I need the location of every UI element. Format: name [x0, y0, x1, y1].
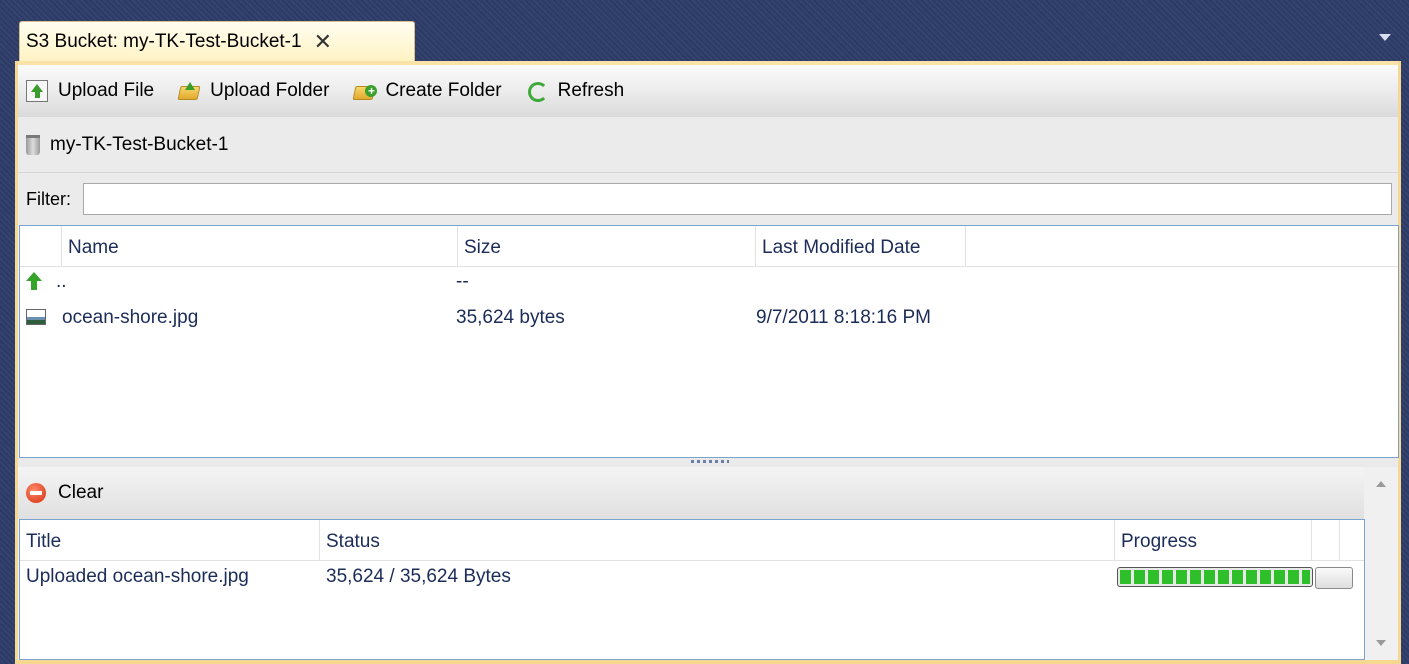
upload-file-label: Upload File	[58, 80, 155, 101]
transfer-title: Uploaded ocean-shore.jpg	[26, 566, 249, 587]
upload-file-button[interactable]: Upload File	[26, 80, 154, 102]
create-folder-button[interactable]: Create Folder	[353, 80, 502, 102]
scroll-down-icon[interactable]	[1376, 640, 1386, 646]
file-size: --	[456, 271, 469, 292]
splitter-grip-icon	[691, 460, 729, 463]
title-column-header[interactable]: Title	[20, 520, 320, 560]
clear-button[interactable]: Clear	[26, 482, 103, 504]
clear-label: Clear	[58, 482, 104, 503]
transfer-status: 35,624 / 35,624 Bytes	[326, 566, 511, 587]
transfer-list-header: Title Status Progress	[20, 520, 1364, 561]
upload-folder-button[interactable]: Upload Folder	[178, 80, 329, 102]
pane-splitter[interactable]	[18, 458, 1398, 467]
name-column-header[interactable]: Name	[62, 226, 458, 266]
upload-folder-icon	[178, 80, 200, 102]
create-folder-icon	[353, 80, 378, 102]
window-list-dropdown-icon[interactable]	[1379, 34, 1391, 41]
modified-column-header[interactable]: Last Modified Date	[756, 226, 966, 266]
file-list: Name Size Last Modified Date .. -- ocean…	[19, 225, 1399, 458]
transfer-progress-bar	[1117, 567, 1313, 587]
progress-column-header[interactable]: Progress	[1115, 520, 1312, 560]
bucket-icon	[26, 134, 40, 155]
tab-title: S3 Bucket: my-TK-Test-Bucket-1	[26, 30, 302, 52]
refresh-button[interactable]: Refresh	[526, 80, 625, 102]
filter-input[interactable]	[83, 183, 1392, 215]
filter-label: Filter:	[26, 188, 71, 209]
file-name: ocean-shore.jpg	[62, 307, 199, 328]
size-column-header[interactable]: Size	[458, 226, 756, 266]
file-list-header: Name Size Last Modified Date	[20, 226, 1398, 267]
create-folder-label: Create Folder	[385, 80, 502, 101]
refresh-icon	[526, 80, 548, 102]
tab-close-icon[interactable]: ✕	[314, 29, 332, 55]
upload-folder-label: Upload Folder	[210, 80, 330, 101]
image-file-icon	[26, 309, 46, 325]
upload-file-icon	[26, 80, 48, 102]
clear-icon	[26, 483, 46, 503]
file-modified: 9/7/2011 8:18:16 PM	[756, 307, 931, 328]
transfer-pane: Clear Title Status Progress Uploaded oce…	[18, 467, 1365, 660]
refresh-label: Refresh	[557, 80, 625, 101]
progress-fill	[1120, 570, 1310, 584]
filter-bar: Filter:	[18, 173, 1398, 225]
document-tab[interactable]: S3 Bucket: my-TK-Test-Bucket-1 ✕	[19, 21, 415, 61]
transfer-toolbar: Clear	[18, 467, 1364, 519]
parent-folder-icon	[26, 272, 42, 290]
toolbar: Upload File Upload Folder Create Folder …	[18, 61, 1398, 117]
status-column-header[interactable]: Status	[320, 520, 1115, 560]
file-size: 35,624 bytes	[456, 307, 565, 328]
breadcrumb-bucket[interactable]: my-TK-Test-Bucket-1	[50, 134, 228, 156]
scroll-up-icon[interactable]	[1376, 481, 1386, 487]
breadcrumb: my-TK-Test-Bucket-1	[18, 117, 1398, 173]
transfer-action-button[interactable]	[1315, 567, 1353, 589]
icon-column-header[interactable]	[20, 226, 62, 266]
s3-bucket-window: S3 Bucket: my-TK-Test-Bucket-1 ✕ Upload …	[0, 0, 1409, 664]
transfer-row[interactable]: Uploaded ocean-shore.jpg 35,624 / 35,624…	[20, 564, 1364, 590]
action-column-header	[1312, 520, 1340, 560]
file-name: ..	[56, 271, 67, 292]
bucket-browser: Upload File Upload Folder Create Folder …	[15, 61, 1401, 664]
transfer-scrollbar[interactable]	[1367, 467, 1395, 660]
transfer-list: Title Status Progress Uploaded ocean-sho…	[19, 519, 1365, 660]
file-row-ocean-shore[interactable]: ocean-shore.jpg 35,624 bytes 9/7/2011 8:…	[20, 306, 1398, 330]
file-row-parent[interactable]: .. --	[20, 270, 1398, 294]
